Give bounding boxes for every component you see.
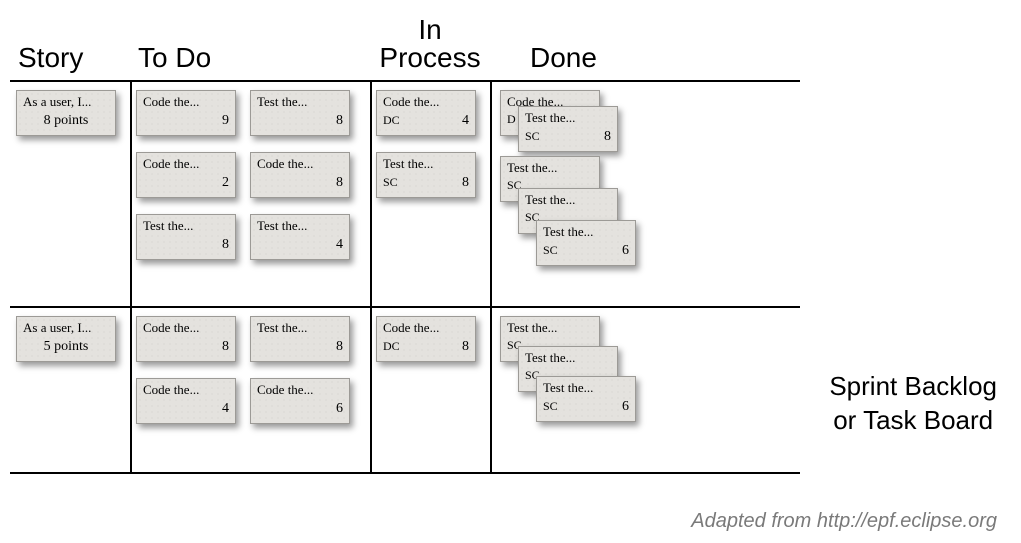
task-num: 8 xyxy=(336,113,343,128)
task-title: Test the... xyxy=(383,157,469,171)
task-card[interactable]: Code the... 2 xyxy=(136,152,236,198)
story-cell: As a user, I... 8 points xyxy=(10,82,130,306)
inprocess-col: Code the... DC 4 Test the... SC 8 xyxy=(376,90,484,198)
story-cell: As a user, I... 5 points xyxy=(10,308,130,472)
attribution-text: Adapted from http://epf.eclipse.org xyxy=(691,510,997,533)
task-card[interactable]: Test the... 8 xyxy=(250,316,350,362)
task-title: Test the... xyxy=(257,321,343,335)
task-title: Test the... xyxy=(525,193,611,207)
task-card[interactable]: Test the... 8 xyxy=(250,90,350,136)
task-num: 2 xyxy=(222,175,229,190)
inprocess-col: Code the... DC 8 xyxy=(376,316,484,362)
task-num: 4 xyxy=(336,237,343,252)
task-num: 8 xyxy=(222,339,229,354)
task-card[interactable]: Code the... 8 xyxy=(136,316,236,362)
task-num: 6 xyxy=(336,401,343,416)
task-num: 8 xyxy=(604,129,611,144)
task-title: Code the... xyxy=(143,95,229,109)
task-owner: SC xyxy=(525,130,540,143)
task-card[interactable]: Test the... 8 xyxy=(136,214,236,260)
task-num: 8 xyxy=(222,237,229,252)
task-num: 6 xyxy=(622,399,629,414)
story-title: As a user, I... xyxy=(23,321,109,335)
todo-grid: Code the... 9 Test the... 8 Code the... … xyxy=(136,90,364,260)
caption-line-2: or Task Board xyxy=(829,404,997,438)
task-board: Story To Do InProcess Done As a user, I.… xyxy=(10,16,800,474)
task-title: Code the... xyxy=(257,157,343,171)
task-card[interactable]: Code the... 6 xyxy=(250,378,350,424)
task-title: Code the... xyxy=(383,95,469,109)
task-title: Code the... xyxy=(383,321,469,335)
task-title: Code the... xyxy=(143,321,229,335)
story-points: 8 points xyxy=(44,113,89,128)
inprocess-cell: Code the... DC 8 xyxy=(370,308,490,472)
task-num: 8 xyxy=(462,339,469,354)
col-header-inprocess: InProcess xyxy=(370,16,490,78)
task-card[interactable]: Test the... 4 xyxy=(250,214,350,260)
task-num: 8 xyxy=(462,175,469,190)
task-title: Test the... xyxy=(507,321,593,335)
task-owner: D xyxy=(507,113,516,126)
column-header-row: Story To Do InProcess Done xyxy=(10,16,800,78)
task-num: 6 xyxy=(622,243,629,258)
story-points: 5 points xyxy=(44,339,89,354)
caption-line-1: Sprint Backlog xyxy=(829,370,997,404)
done-stack: Code the... D Test the... SC8 Test the..… xyxy=(496,90,784,290)
done-cell: Code the... D Test the... SC8 Test the..… xyxy=(490,82,790,306)
task-num: 8 xyxy=(336,339,343,354)
story-title: As a user, I... xyxy=(23,95,109,109)
task-num: 9 xyxy=(222,113,229,128)
task-card[interactable]: Test the... SC 8 xyxy=(376,152,476,198)
task-title: Test the... xyxy=(507,161,593,175)
task-title: Code the... xyxy=(143,157,229,171)
task-owner: DC xyxy=(383,114,400,127)
task-card[interactable]: Code the... DC 4 xyxy=(376,90,476,136)
col-header-done: Done xyxy=(490,42,790,78)
task-card[interactable]: Test the... SC 8 xyxy=(518,106,618,152)
task-title: Test the... xyxy=(257,95,343,109)
task-title: Code the... xyxy=(257,383,343,397)
todo-cell: Code the... 9 Test the... 8 Code the... … xyxy=(130,82,370,306)
done-cell: Test the... SC Test the... SC Test the..… xyxy=(490,308,790,472)
inprocess-cell: Code the... DC 4 Test the... SC 8 xyxy=(370,82,490,306)
done-stack: Test the... SC Test the... SC Test the..… xyxy=(496,316,784,456)
task-card[interactable]: Test the... SC 6 xyxy=(536,376,636,422)
task-title: Test the... xyxy=(525,351,611,365)
todo-grid: Code the... 8 Test the... 8 Code the... … xyxy=(136,316,364,424)
task-num: 4 xyxy=(222,401,229,416)
swimlane-2: As a user, I... 5 points Code the... 8 T… xyxy=(10,308,800,474)
task-card[interactable]: Code the... DC 8 xyxy=(376,316,476,362)
board-body: As a user, I... 8 points Code the... 9 T… xyxy=(10,82,800,474)
col-header-todo: To Do xyxy=(130,42,370,78)
todo-cell: Code the... 8 Test the... 8 Code the... … xyxy=(130,308,370,472)
task-card[interactable]: Code the... 9 xyxy=(136,90,236,136)
task-owner: DC xyxy=(383,340,400,353)
task-title: Test the... xyxy=(543,225,629,239)
swimlane-1: As a user, I... 8 points Code the... 9 T… xyxy=(10,82,800,308)
task-num: 4 xyxy=(462,113,469,128)
story-card[interactable]: As a user, I... 5 points xyxy=(16,316,116,362)
task-num: 8 xyxy=(336,175,343,190)
col-header-inprocess-label: InProcess xyxy=(379,16,480,72)
col-header-story: Story xyxy=(10,42,130,78)
task-title: Test the... xyxy=(143,219,229,233)
diagram-caption: Sprint Backlog or Task Board xyxy=(829,370,997,438)
task-title: Test the... xyxy=(257,219,343,233)
task-card[interactable]: Test the... SC 6 xyxy=(536,220,636,266)
task-title: Code the... xyxy=(143,383,229,397)
task-owner: SC xyxy=(383,176,398,189)
task-owner: SC xyxy=(543,244,558,257)
task-title: Test the... xyxy=(543,381,629,395)
task-title: Test the... xyxy=(525,111,611,125)
task-card[interactable]: Code the... 8 xyxy=(250,152,350,198)
story-card[interactable]: As a user, I... 8 points xyxy=(16,90,116,136)
task-card[interactable]: Code the... 4 xyxy=(136,378,236,424)
task-owner: SC xyxy=(543,400,558,413)
